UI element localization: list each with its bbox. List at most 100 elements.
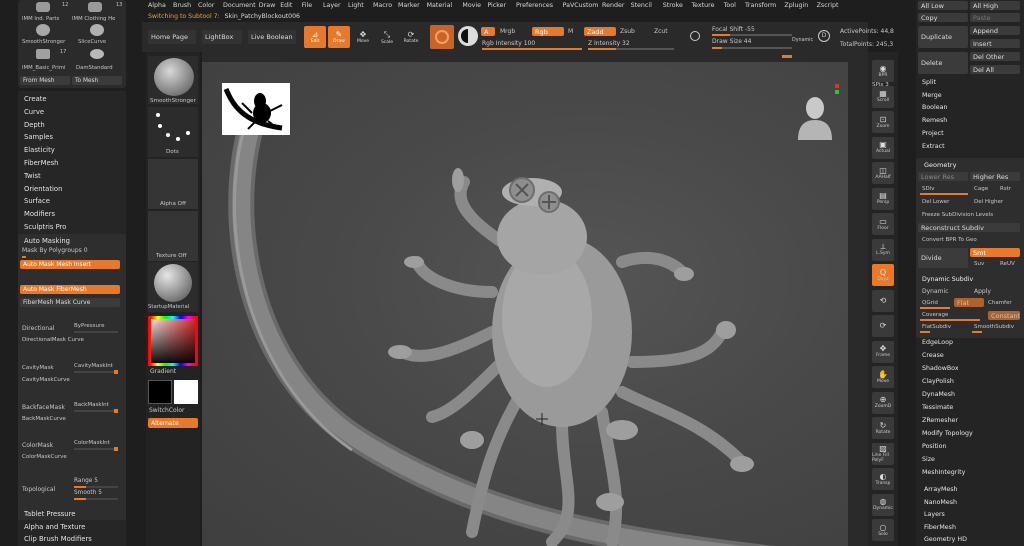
geometry-position[interactable]: Position bbox=[922, 443, 947, 450]
menu-transform[interactable]: Transform bbox=[745, 2, 776, 9]
divide-button[interactable]: Divide bbox=[918, 248, 968, 268]
tool-fibermesh[interactable]: FiberMesh bbox=[924, 524, 956, 531]
auto-mask-fibermesh-toggle[interactable]: Auto Mask FiberMesh bbox=[20, 285, 120, 294]
material-swatch-button[interactable] bbox=[430, 25, 454, 49]
geometry-shadowbox[interactable]: ShadowBox bbox=[922, 365, 959, 372]
move-button[interactable]: ✥ Move bbox=[352, 26, 374, 48]
tool-line-fill-polyf[interactable]: ▨ Line Fill PolyF bbox=[872, 442, 894, 465]
geometry-zremesher[interactable]: ZRemesher bbox=[922, 417, 958, 424]
axis-gizmo-icon[interactable] bbox=[832, 84, 842, 96]
geometry-edgeloop[interactable]: EdgeLoop bbox=[922, 339, 953, 346]
tool-floor[interactable]: ▭ Floor bbox=[872, 213, 894, 235]
tool-persp[interactable]: ▤ Persp bbox=[872, 187, 894, 210]
menu-preferences[interactable]: Preferences bbox=[516, 2, 553, 9]
directional-mask-curve[interactable]: DirectionalMask Curve bbox=[22, 337, 84, 343]
brush-thumb[interactable]: 17 IMM_Basic_Primi bbox=[22, 47, 70, 73]
tool-scroll[interactable]: ▦ Scroll bbox=[872, 85, 894, 108]
switch-color-button[interactable]: SwitchColor bbox=[149, 407, 185, 414]
directional-toggle[interactable]: Directional bbox=[22, 325, 54, 332]
tool-aahalf[interactable]: ◫ AAHalf bbox=[872, 162, 894, 184]
back-mask-int-slider[interactable]: BackMaskInt bbox=[74, 402, 109, 408]
color-mask-curve[interactable]: ColorMaskCurve bbox=[22, 454, 67, 460]
dynamic-toggle-right[interactable]: Dynamic bbox=[922, 288, 948, 295]
range-slider[interactable]: Range 5 bbox=[74, 478, 98, 484]
geometry-claypolish[interactable]: ClayPolish bbox=[922, 378, 954, 385]
topological-toggle[interactable]: Topological bbox=[22, 486, 55, 493]
rgb-intensity-slider[interactable]: Rgb Intensity 100 bbox=[482, 40, 535, 47]
left-menu-tablet-pressure[interactable]: Tablet Pressure bbox=[24, 510, 75, 518]
menu-zscript[interactable]: Zscript bbox=[817, 2, 839, 9]
left-menu-create[interactable]: Create bbox=[24, 95, 47, 103]
rgb-toggle[interactable]: Rgb bbox=[532, 27, 564, 36]
subtool-thumbnail[interactable] bbox=[222, 83, 290, 135]
copy-button[interactable]: Copy bbox=[918, 13, 968, 22]
left-menu-surface[interactable]: Surface bbox=[24, 197, 50, 205]
menu-file[interactable]: File bbox=[302, 2, 313, 9]
left-menu-depth[interactable]: Depth bbox=[24, 121, 45, 129]
tool-layers[interactable]: Layers bbox=[924, 511, 945, 518]
constant-toggle[interactable]: Constant bbox=[988, 311, 1020, 320]
all-low-button[interactable]: All Low bbox=[918, 1, 968, 10]
tool-dynamic[interactable]: ◍ Dynamic bbox=[872, 493, 894, 516]
brush-thumb[interactable]: DamStandard bbox=[72, 47, 124, 73]
navigation-head-icon[interactable] bbox=[790, 96, 840, 140]
tool-nanomesh[interactable]: NanoMesh bbox=[924, 499, 957, 506]
reconstruct-subdiv-button[interactable]: Reconstruct Subdiv bbox=[918, 223, 1020, 232]
left-menu-samples[interactable]: Samples bbox=[24, 133, 53, 141]
paste-button[interactable]: Paste bbox=[970, 13, 1020, 22]
mrgb-toggle[interactable]: Mrgb bbox=[500, 28, 515, 35]
del-other-button[interactable]: Del Other bbox=[970, 52, 1020, 61]
backface-mask-toggle[interactable]: BackfaceMask bbox=[22, 404, 65, 411]
zcut-toggle[interactable]: Zcut bbox=[654, 28, 668, 35]
suv-toggle[interactable]: Suv bbox=[974, 261, 984, 267]
hue-ring[interactable] bbox=[148, 316, 198, 366]
left-menu-clip-brush-modifiers[interactable]: Clip Brush Modifiers bbox=[24, 535, 92, 543]
left-menu-modifiers[interactable]: Modifiers bbox=[24, 210, 55, 218]
material-button[interactable]: StartupMaterial bbox=[148, 262, 198, 312]
tool-frame[interactable]: ✥ Frame bbox=[872, 340, 894, 363]
menu-draw[interactable]: Draw bbox=[259, 2, 275, 9]
del-all-button[interactable]: Del All bbox=[970, 65, 1020, 74]
menu-layer[interactable]: Layer bbox=[323, 2, 341, 9]
left-menu-elasticity[interactable]: Elasticity bbox=[24, 146, 55, 154]
chamfer-toggle[interactable]: Chamfer bbox=[988, 300, 1012, 306]
tool-bpr[interactable]: ◉ BPR bbox=[872, 60, 894, 82]
menu-picker[interactable]: Picker bbox=[487, 2, 506, 9]
edit-button[interactable]: ⊿ Edit bbox=[304, 26, 326, 48]
menu-alpha[interactable]: Alpha bbox=[148, 2, 166, 9]
left-menu-twist[interactable]: Twist bbox=[24, 172, 41, 180]
menu-material[interactable]: Material bbox=[427, 2, 453, 9]
focal-shift-slider[interactable]: Focal Shift -55 bbox=[712, 26, 755, 33]
subtool-remesh[interactable]: Remesh bbox=[922, 117, 947, 124]
cavity-mask-toggle[interactable]: CavityMask bbox=[22, 365, 54, 371]
lightbox-button[interactable]: LightBox bbox=[202, 30, 242, 44]
menu-stencil[interactable]: Stencil bbox=[631, 2, 652, 9]
menu-brush[interactable]: Brush bbox=[173, 2, 191, 9]
smt-toggle[interactable]: Smt bbox=[970, 248, 1020, 257]
left-menu-fibermesh[interactable]: FiberMesh bbox=[24, 159, 59, 167]
draw-size-slider[interactable]: Draw Size 44 bbox=[712, 38, 751, 45]
a-toggle[interactable]: A bbox=[481, 27, 495, 36]
dynamic-subdiv-title[interactable]: Dynamic Subdiv bbox=[922, 276, 973, 283]
by-pressure-toggle[interactable]: ByPressure bbox=[74, 323, 105, 329]
brush-thumb[interactable]: 13 IMM Clothing He bbox=[72, 2, 124, 24]
subtool-merge[interactable]: Merge bbox=[922, 92, 942, 99]
menu-light[interactable]: Light bbox=[348, 2, 364, 9]
home-page-button[interactable]: Home Page bbox=[148, 30, 196, 44]
tool-qxyz[interactable]: Q Qxyz bbox=[872, 264, 894, 286]
brush-thumb[interactable]: SliceCurve bbox=[72, 24, 124, 46]
viewport-canvas[interactable] bbox=[202, 62, 848, 546]
mask-by-polygroups-slider[interactable]: Mask By Polygroups 0 bbox=[22, 247, 88, 254]
fibermesh-mask-curve[interactable]: FiberMesh Mask Curve bbox=[20, 298, 120, 307]
subtool-project[interactable]: Project bbox=[922, 130, 944, 137]
geometry-title[interactable]: Geometry bbox=[924, 161, 956, 169]
alternate-button[interactable]: Alternate bbox=[148, 418, 198, 428]
geometry-dynamesh[interactable]: DynaMesh bbox=[922, 391, 955, 398]
coverage-slider[interactable]: Coverage bbox=[922, 312, 948, 318]
delete-button[interactable]: Delete bbox=[918, 52, 968, 74]
menu-zplugin[interactable]: Zplugin bbox=[784, 2, 808, 9]
rotate-button[interactable]: ⟳ Rotate bbox=[400, 26, 422, 48]
menu-pavcustom[interactable]: PaVCustom bbox=[563, 2, 599, 9]
to-mesh-button[interactable]: To Mesh bbox=[72, 76, 122, 85]
left-menu-orientation[interactable]: Orientation bbox=[24, 185, 62, 193]
